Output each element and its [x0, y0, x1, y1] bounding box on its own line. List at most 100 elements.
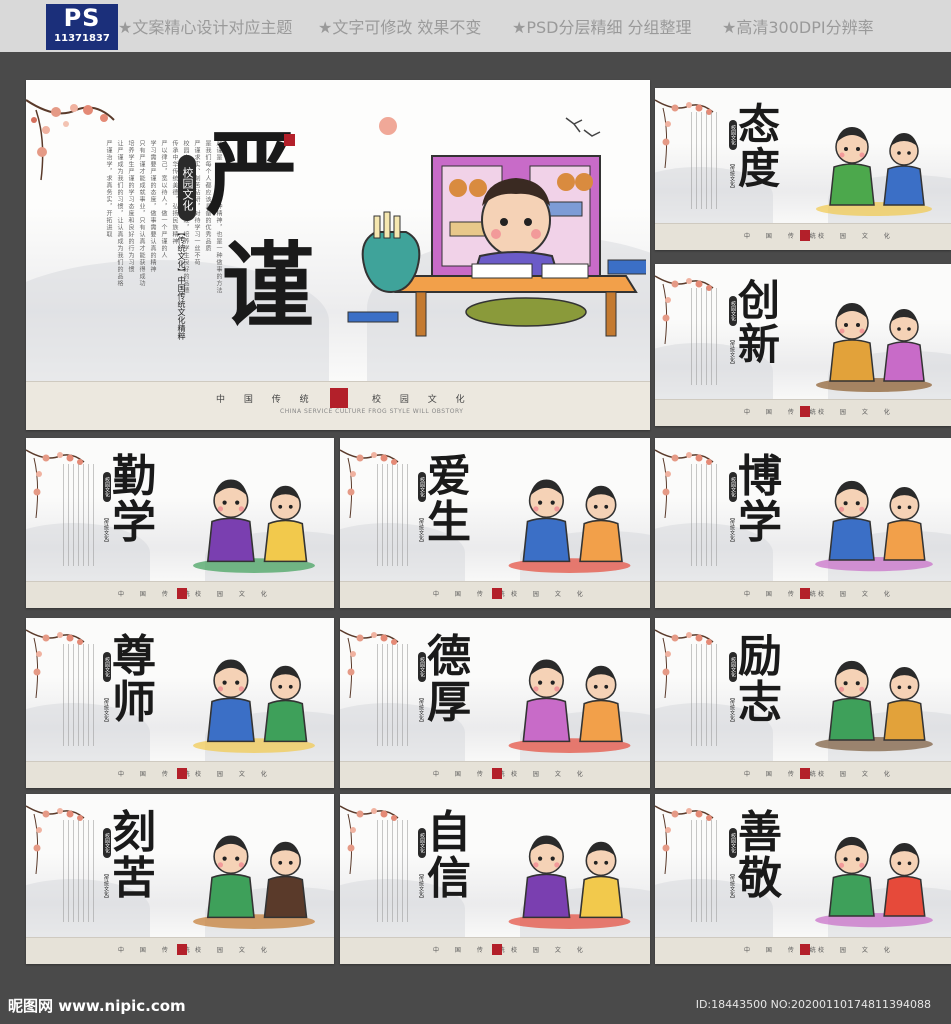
footer-right-text: 校 园 文 化 — [195, 947, 274, 954]
panel-title-char-2: 学 — [112, 497, 156, 548]
footer-right-text: 校 园 文 化 — [372, 395, 473, 405]
footer-right-text: 校 园 文 化 — [818, 947, 897, 954]
panel-zunshi: 校园文化 【传统文化】 尊 师 中 国 传 统 校 园 文 化 — [26, 618, 334, 788]
footer-left-text: 中 国 传 统 — [744, 947, 823, 954]
footer-right-text: 校 园 文 化 — [511, 947, 590, 954]
panel-title-char-1: 博 — [738, 451, 782, 502]
footer-seal-icon — [800, 406, 810, 417]
panel-dehou: 校园文化 【传统文化】 德 厚 中 国 传 统 校 园 文 化 — [340, 618, 650, 788]
badge-school-culture: 校园文化 — [729, 120, 737, 150]
panel-title-char-2: 厚 — [427, 677, 471, 728]
body-line: 严以律己，宽以待人，做一个严谨的人 — [160, 140, 167, 259]
footer-seal-icon — [177, 588, 187, 599]
badge-label: 校园文化 — [104, 833, 110, 853]
character-illustration-icon — [816, 127, 932, 216]
badge-label: 校园文化 — [419, 477, 425, 497]
body-text-lines — [377, 820, 408, 922]
footer-right-text: 校 园 文 化 — [511, 771, 590, 778]
footer-seal-icon — [492, 588, 502, 599]
panel-subtitle: 【传统文化】 — [729, 161, 735, 191]
ps-logo-text: PS — [63, 4, 101, 32]
panel-shanjing: 校园文化 【传统文化】 善 敬 中 国 传 统 校 园 文 化 — [655, 794, 951, 964]
character-illustration-icon — [193, 835, 315, 929]
character-illustration-icon — [508, 479, 631, 573]
feature-4: ★高清300DPI分辨率 — [722, 18, 874, 37]
panel-title-char-2: 师 — [112, 677, 156, 728]
panel-title-char-2: 信 — [427, 853, 471, 904]
panel-footer: 中 国 传 统 校 园 文 化 — [26, 581, 334, 608]
badge-school-culture: 校园文化 — [729, 296, 737, 326]
panel-title-char-2: 生 — [427, 497, 471, 548]
panel-subtitle: 【传统文化】 — [103, 695, 109, 725]
footer-seal-icon — [177, 768, 187, 779]
character-illustration-icon — [508, 835, 631, 929]
top-banner: PS 11371837 ★文案精心设计对应主题 ★文字可修改 效果不变 ★PSD… — [0, 0, 951, 52]
body-line: 让严谨成为我们的习惯，让认真成为我们的品格 — [116, 140, 123, 287]
footer-left-text: 中 国 传 统 — [744, 233, 823, 240]
footer-seal-icon — [177, 944, 187, 955]
panel-subtitle: 【传统文化】 — [103, 871, 109, 901]
panel-title-char-2: 苦 — [112, 853, 156, 904]
panel-title-char-1: 励 — [738, 631, 782, 682]
footer-seal-icon — [800, 768, 810, 779]
badge-school-culture: 校园文化 — [103, 472, 111, 502]
panel-title-char-1: 自 — [427, 807, 471, 858]
badge-school-culture: 校园文化 — [103, 828, 111, 858]
panel-taidu: 校园文化 【传统文化】 态 度 中 国 传 统 校 园 文 化 — [655, 88, 951, 250]
panel-subtitle: 【传统文化】 — [729, 695, 735, 725]
badge-label: 校园文化 — [419, 657, 425, 677]
character-illustration-icon — [815, 480, 933, 572]
ps-logo-number: 11371837 — [54, 33, 110, 44]
panel-keku: 校园文化 【传统文化】 刻 苦 中 国 传 统 校 园 文 化 — [26, 794, 334, 964]
footer-left-text: 中 国 传 统 — [744, 771, 823, 778]
footer-seal-icon — [492, 768, 502, 779]
panel-title-char-1: 尊 — [112, 631, 156, 682]
panel-qinxue: 校园文化 【传统文化】 勤 学 中 国 传 统 校 园 文 化 — [26, 438, 334, 608]
badge-school-culture: 校园文化 — [103, 652, 111, 682]
body-text-lines — [377, 464, 408, 566]
panel-title-char-1: 态 — [738, 100, 781, 149]
panel-title-char-2: 敬 — [738, 853, 782, 904]
main-subtitle: 【传统文化】中国传统文化精粹 — [177, 228, 186, 340]
badge-label: 校园文化 — [730, 125, 736, 145]
panel-subtitle: 【传统文化】 — [418, 871, 424, 901]
panel-footer: 中 国 传 统 校 园 文 化 — [26, 761, 334, 788]
footer-seal-icon — [800, 230, 810, 241]
badge-label: 校园文化 — [104, 657, 110, 677]
panel-aisheng: 校园文化 【传统文化】 爱 生 中 国 传 统 校 园 文 化 — [340, 438, 650, 608]
panel-subtitle: 【传统文化】 — [729, 337, 735, 367]
panel-subtitle: 【传统文化】 — [418, 515, 424, 545]
feature-3: ★PSD分层精细 分组整理 — [512, 18, 692, 37]
body-text-lines — [691, 464, 721, 566]
badge-label: 校园文化 — [730, 477, 736, 497]
footer-seal-icon — [800, 944, 810, 955]
footer-right-text: 校 园 文 化 — [195, 771, 274, 778]
footer-left-text: 中 国 传 统 — [744, 591, 823, 598]
badge-school-culture: 校园文化 — [729, 472, 737, 502]
body-text-lines — [691, 112, 721, 209]
panel-footer: 中 国 传 统 校 园 文 化 — [340, 581, 650, 608]
body-line: 严谨治学，求真务实，开拓进取 — [105, 140, 112, 238]
badge-label: 校园文化 — [730, 301, 736, 321]
badge-school-culture: 校园文化 — [418, 828, 426, 858]
panel-footer: 中 国 传 统 校 园 文 化 — [340, 761, 650, 788]
badge-school-culture: 校园文化 — [418, 472, 426, 502]
panel-title-char-2: 度 — [738, 144, 781, 193]
body-text-lines — [63, 644, 94, 746]
main-title-char-2: 谨 — [222, 232, 315, 340]
badge-label: 校园文化 — [104, 477, 110, 497]
footer-seal-icon — [492, 944, 502, 955]
character-illustration-icon — [508, 659, 631, 753]
badge-school-culture: 校园文化 — [178, 155, 196, 221]
main-footer: 中 国 传 统 校 园 文 化 CHINA SERVICE CULTURE FR… — [26, 381, 650, 430]
footer-seal-icon — [330, 388, 348, 408]
panel-title-char-2: 志 — [738, 677, 782, 728]
sun-and-cranes-icon — [379, 117, 601, 137]
footer-right-text: 校 园 文 化 — [818, 771, 897, 778]
body-text-lines — [691, 644, 721, 746]
panel-title-char-2: 新 — [738, 320, 781, 369]
panel-title-char-1: 刻 — [112, 807, 156, 858]
panel-title-char-1: 创 — [738, 276, 781, 325]
panel-footer: 中 国 传 统 校 园 文 化 — [26, 937, 334, 964]
body-line: 学习需要严谨的态度，做事需要认真的精神 — [149, 140, 156, 273]
